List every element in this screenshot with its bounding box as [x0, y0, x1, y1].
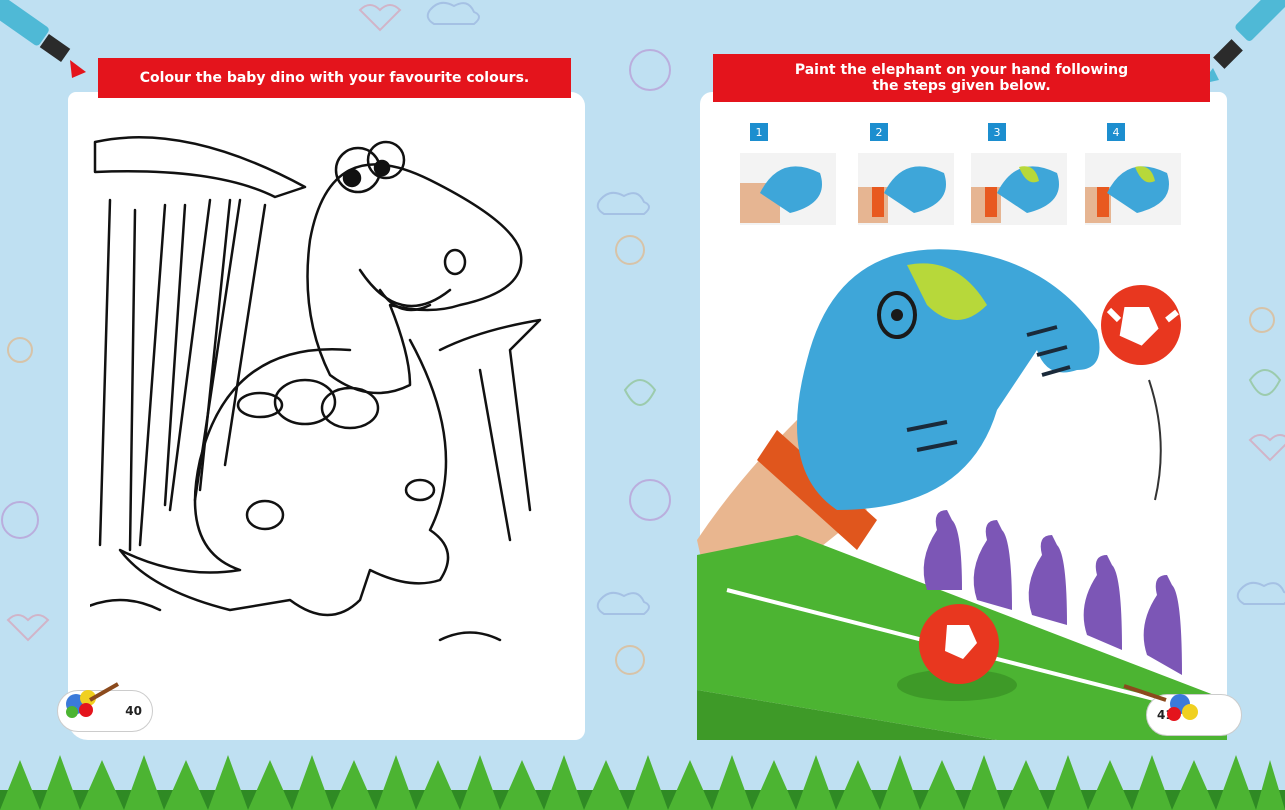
right-instruction-banner: Paint the elephant on your hand followin…: [713, 54, 1210, 102]
grass-border: [0, 755, 1285, 810]
dino-coloring-outline: [90, 136, 542, 642]
step-photo-3: [971, 153, 1067, 225]
marker-left-icon: [0, 0, 86, 78]
step-badge-2: 2: [870, 123, 888, 141]
right-instruction-line1: Paint the elephant on your hand followin…: [794, 62, 1129, 78]
step-badge-1: 1: [750, 123, 768, 141]
step-badge-3: 3: [988, 123, 1006, 141]
left-page-number: 40: [125, 704, 142, 718]
step-photo-4: [1085, 153, 1181, 225]
step-badge-4: 4: [1107, 123, 1125, 141]
left-instruction-text: Colour the baby dino with your favourite…: [139, 70, 530, 86]
step-photo-1: [740, 153, 836, 225]
right-instruction-line2: the steps given below.: [872, 78, 1051, 94]
paint-palette-icon: [66, 682, 119, 718]
elephant-hand-painting: [697, 249, 1227, 740]
step-photo-2: [858, 153, 954, 225]
left-instruction-banner: Colour the baby dino with your favourite…: [98, 58, 571, 98]
paint-palette-right-icon: [1123, 684, 1198, 721]
